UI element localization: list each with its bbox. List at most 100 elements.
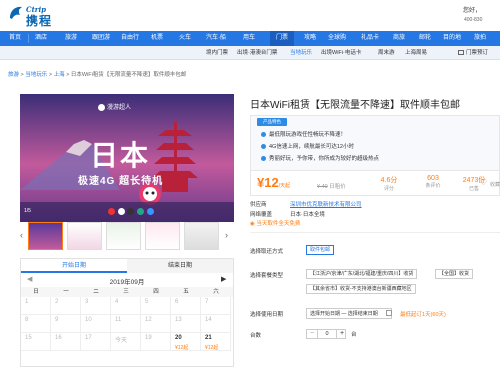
calendar-day: 3 bbox=[81, 297, 111, 315]
date-label: 选择使用日期 bbox=[250, 312, 284, 318]
calendar-day: 1 bbox=[21, 297, 51, 315]
thumbnail[interactable] bbox=[28, 222, 63, 250]
lightning-icon: ◉ bbox=[250, 221, 255, 227]
nav-destination[interactable]: 目的地 bbox=[443, 31, 461, 46]
ctrip-logo[interactable]: Ctrip 携程 bbox=[8, 4, 78, 28]
breadcrumb-shanghai[interactable]: 上海 bbox=[54, 72, 65, 78]
app-icon bbox=[146, 208, 154, 215]
feature-text: 最低限玩游戏任性畅玩不降速！ bbox=[269, 132, 347, 138]
thumbnail[interactable] bbox=[67, 222, 102, 250]
price-value: 12 bbox=[264, 175, 279, 190]
weekday-header: 日 一 二 三 四 五 六 bbox=[21, 287, 233, 297]
hero-icon-strip bbox=[108, 208, 155, 216]
subnav-ticket-booking[interactable]: 门票预订 bbox=[458, 46, 488, 60]
nav-gift-card[interactable]: 礼品卡 bbox=[361, 31, 379, 46]
calendar-day: 19 bbox=[141, 333, 171, 351]
nav-flights[interactable]: 机票 bbox=[151, 31, 163, 46]
calendar-day: 16 bbox=[51, 333, 81, 351]
feature-text: 秀丽好玩，予你带，你所成为较好的超级热点 bbox=[269, 156, 380, 162]
logo-text-cn: 携程 bbox=[26, 14, 53, 28]
nav-tickets[interactable]: 门票 bbox=[270, 31, 295, 46]
calendar-day: 15 bbox=[21, 333, 51, 351]
favorite-label[interactable]: 收藏 bbox=[490, 181, 500, 188]
thumb-prev-icon[interactable]: ‹ bbox=[20, 230, 23, 240]
weekday: 四 bbox=[153, 289, 159, 295]
nav-self-guided[interactable]: 自由行 bbox=[121, 31, 139, 46]
supplier-link[interactable]: 深圳市优克联新技术有限公司 bbox=[290, 202, 362, 208]
nav-guides[interactable]: 攻略 bbox=[304, 31, 316, 46]
price-box: ¥12/天起 ¥ 40 日租价 4.6分 评分 603 条评价 2473份 已售 bbox=[250, 171, 500, 196]
hero-brand-text: 漫游超人 bbox=[107, 105, 132, 111]
weekday: 日 bbox=[33, 289, 39, 295]
thumbnail[interactable] bbox=[145, 222, 180, 250]
thumbnail[interactable] bbox=[184, 222, 219, 250]
subnav-overseas-tickets[interactable]: 出境·港澳台门票 bbox=[237, 46, 277, 60]
thumb-next-icon[interactable]: › bbox=[225, 230, 228, 240]
subnav-shanghai[interactable]: 上海周易 bbox=[405, 46, 427, 60]
price: ¥12/天起 bbox=[257, 175, 290, 190]
rating-stat: 4.6分 评分 bbox=[369, 175, 409, 192]
favorite-icon[interactable]: ♡ bbox=[480, 178, 487, 187]
nav-car[interactable]: 用车 bbox=[243, 31, 255, 46]
package-option[interactable]: 【全国】收货 bbox=[435, 269, 474, 279]
nav-group-tour[interactable]: 跟团游 bbox=[92, 31, 110, 46]
nav-home[interactable]: 首页 bbox=[9, 31, 21, 46]
hero-brand: 漫游超人 bbox=[98, 102, 131, 111]
tab-start-date[interactable]: 开始日期 bbox=[21, 259, 127, 273]
rating-label: 评分 bbox=[383, 186, 394, 192]
weekday: 六 bbox=[213, 289, 219, 295]
weekday: 三 bbox=[123, 289, 129, 295]
calendar-day: 5 bbox=[141, 297, 171, 315]
next-month-icon[interactable]: ▶ bbox=[221, 275, 226, 283]
subnav-domestic-tickets[interactable]: 境内门票 bbox=[206, 46, 228, 60]
original-price-value: ¥ 40 bbox=[317, 184, 328, 190]
check-icon bbox=[261, 156, 266, 162]
package-type-label: 选择套餐类型 bbox=[250, 273, 284, 279]
calendar-day: 12 bbox=[141, 315, 171, 333]
nav-travel-photo[interactable]: 旅拍 bbox=[474, 31, 486, 46]
gallery-index: 1/5 bbox=[24, 208, 31, 214]
quantity-label: 台数 bbox=[250, 333, 262, 339]
package-option[interactable]: 【江浙沪/京津/广东/湖北/福建/重庆/四川】收货 bbox=[306, 269, 418, 279]
date-calendar: 开始日期 结束日期 ◀ 2019年09月 ▶ 日 一 二 三 四 五 六 1 2… bbox=[20, 258, 234, 367]
increment-button[interactable]: + bbox=[337, 330, 347, 338]
nav-bus-ship[interactable]: 汽车·船 bbox=[206, 31, 226, 46]
nav-travel[interactable]: 旅游 bbox=[65, 31, 77, 46]
feature-line: 秀丽好玩，予你带，你所成为较好的超级热点 bbox=[261, 154, 379, 162]
original-price: ¥ 40 日租价 bbox=[317, 182, 346, 190]
calendar-day-available[interactable]: 20 ¥12起 bbox=[171, 333, 201, 351]
product-gallery[interactable]: 漫游超人 日本 极速4G 超长待机 1/5 bbox=[20, 94, 234, 222]
nav-hotel[interactable]: 酒店 bbox=[35, 31, 47, 46]
nav-train[interactable]: 火车 bbox=[179, 31, 191, 46]
check-icon bbox=[261, 144, 266, 150]
nav-cruise[interactable]: 邮轮 bbox=[419, 31, 431, 46]
subnav-wifi-sim[interactable]: 出境WiFi·电话卡 bbox=[321, 46, 361, 60]
pickup-method-label: 选择取还方式 bbox=[250, 249, 284, 255]
subnav-weekend[interactable]: 周末游 bbox=[378, 46, 395, 60]
calendar-day: 17 bbox=[81, 333, 111, 351]
decrement-button[interactable]: − bbox=[307, 330, 317, 338]
subnav-local-fun[interactable]: 当地玩乐 bbox=[290, 46, 312, 60]
package-option[interactable]: 【其余省市】收货-不支持港澳台新疆西藏地区 bbox=[306, 284, 416, 294]
calendar-icon[interactable] bbox=[386, 310, 392, 316]
sold-count: 2473份 bbox=[462, 177, 486, 184]
sub-nav: 境内门票 出境·港澳台门票 当地玩乐 出境WiFi·电话卡 周末游 上海周易 门… bbox=[0, 46, 500, 60]
nav-global-shop[interactable]: 全球购 bbox=[328, 31, 346, 46]
thumbnail[interactable] bbox=[106, 222, 141, 250]
tab-end-date[interactable]: 结束日期 bbox=[127, 259, 233, 273]
pickup-option[interactable]: 取件包邮 bbox=[306, 245, 335, 255]
supplier-label: 供应商 bbox=[250, 202, 267, 208]
calendar-day-available[interactable]: 21 ¥12起 bbox=[201, 333, 231, 351]
calendar-day: 10 bbox=[81, 315, 111, 333]
breadcrumb-travel[interactable]: 旅游 bbox=[8, 72, 19, 78]
nav-business[interactable]: 商旅 bbox=[393, 31, 405, 46]
thumbnail-strip: ‹ › bbox=[20, 222, 234, 250]
site-header: Ctrip 携程 您好， 400-830 bbox=[0, 0, 500, 30]
quantity-value[interactable]: 0 bbox=[317, 330, 337, 338]
review-stat[interactable]: 603 条评价 bbox=[413, 175, 453, 189]
calendar-day-number: 20 bbox=[175, 335, 182, 341]
check-icon bbox=[261, 132, 266, 138]
date-range-input[interactable]: 选择开始日期 — 选择结束日期 bbox=[306, 308, 392, 319]
breadcrumb-local-fun[interactable]: 当地玩乐 bbox=[25, 72, 47, 78]
app-icon bbox=[108, 208, 115, 215]
